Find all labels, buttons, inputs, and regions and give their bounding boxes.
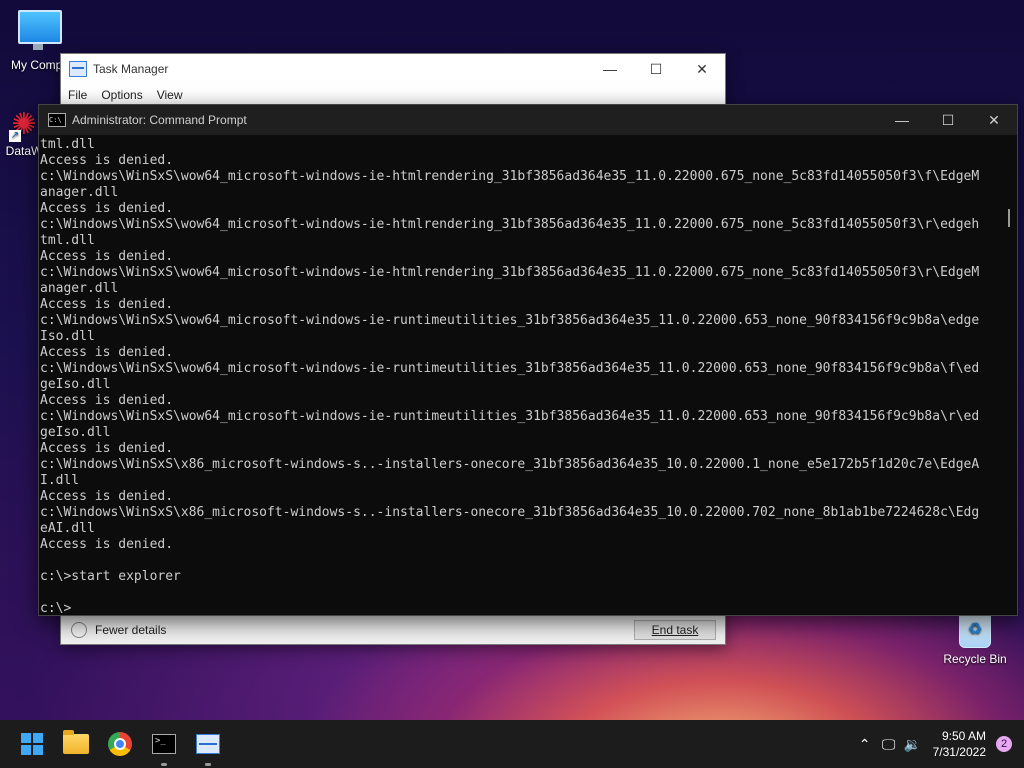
taskbar-command-prompt[interactable]: >_: [144, 724, 184, 766]
task-manager-footer: Fewer details End task: [61, 616, 725, 644]
console-line: I.dll: [40, 473, 80, 488]
console-line: c:\Windows\WinSxS\wow64_microsoft-window…: [40, 361, 980, 376]
taskbar-chrome[interactable]: [100, 724, 140, 764]
folder-icon: [63, 730, 89, 754]
maximize-button[interactable]: ☐: [925, 105, 971, 135]
windows-logo-icon: [21, 733, 43, 755]
fewer-details-label: Fewer details: [95, 623, 167, 637]
task-manager-menubar: File Options View: [61, 84, 725, 106]
scrollbar-thumb[interactable]: [1008, 209, 1010, 227]
menu-file[interactable]: File: [61, 88, 94, 102]
console-line: tml.dll: [40, 137, 95, 152]
command-prompt-window[interactable]: C:\ Administrator: Command Prompt — ☐ ✕ …: [38, 104, 1018, 616]
start-button[interactable]: [12, 724, 52, 764]
console-line: Iso.dll: [40, 329, 95, 344]
maximize-button[interactable]: ☐: [633, 54, 679, 84]
console-line: Access is denied.: [40, 249, 174, 264]
notification-badge[interactable]: 2: [996, 736, 1012, 752]
console-line: eAI.dll: [40, 521, 95, 536]
console-line: Access is denied.: [40, 297, 174, 312]
console-line: tml.dll: [40, 233, 95, 248]
task-manager-title: Task Manager: [93, 62, 169, 76]
volume-icon[interactable]: 🔉: [901, 736, 925, 753]
console-line: c:\Windows\WinSxS\wow64_microsoft-window…: [40, 409, 980, 424]
console-line: Access is denied.: [40, 393, 174, 408]
console-line: c:\Windows\WinSxS\wow64_microsoft-window…: [40, 313, 980, 328]
shortcut-arrow-icon: ↗: [9, 130, 21, 142]
console-line: Access is denied.: [40, 345, 174, 360]
clock-time: 9:50 AM: [941, 729, 986, 743]
task-manager-icon: [196, 734, 220, 754]
menu-options[interactable]: Options: [94, 88, 149, 102]
chevron-up-icon: [71, 622, 87, 638]
network-icon[interactable]: 🖵: [877, 736, 901, 753]
console-line: anager.dll: [40, 281, 119, 296]
fewer-details-toggle[interactable]: Fewer details: [71, 622, 166, 638]
console-line: c:\Windows\WinSxS\x86_microsoft-windows-…: [40, 505, 980, 520]
console-line: Access is denied.: [40, 201, 174, 216]
monitor-icon: [18, 10, 62, 50]
minimize-button[interactable]: —: [879, 105, 925, 135]
command-prompt-icon: C:\: [48, 113, 66, 127]
chevron-up-icon[interactable]: ⌃: [853, 736, 877, 753]
console-line: Access is denied.: [40, 537, 174, 552]
menu-view[interactable]: View: [150, 88, 190, 102]
console-line: anager.dll: [40, 185, 119, 200]
taskbar-task-manager[interactable]: [188, 724, 228, 766]
task-manager-icon: [69, 61, 87, 77]
command-prompt-title: Administrator: Command Prompt: [72, 113, 247, 127]
desktop-icon-recycle-bin[interactable]: ♻ Recycle Bin: [935, 612, 1015, 666]
clock[interactable]: 9:50 AM 7/31/2022: [933, 728, 986, 760]
task-manager-titlebar[interactable]: Task Manager — ☐ ✕: [61, 54, 725, 84]
command-prompt-titlebar[interactable]: C:\ Administrator: Command Prompt — ☐ ✕: [39, 105, 1017, 135]
end-task-button[interactable]: End task: [634, 620, 716, 640]
terminal-icon: >_: [152, 734, 176, 754]
taskbar-file-explorer[interactable]: [56, 724, 96, 764]
console-line: c:\Windows\WinSxS\wow64_microsoft-window…: [40, 217, 980, 232]
console-line: c:\>start explorer: [40, 569, 181, 584]
dataw-app-icon: ✺ ↗: [9, 108, 37, 142]
console-line: Access is denied.: [40, 153, 174, 168]
console-line: c:\Windows\WinSxS\wow64_microsoft-window…: [40, 265, 980, 280]
system-tray: ⌃ 🖵 🔉 9:50 AM 7/31/2022 2: [853, 728, 1024, 760]
clock-date: 7/31/2022: [932, 745, 986, 759]
console-line: c:\>: [40, 601, 72, 615]
console-line: c:\Windows\WinSxS\wow64_microsoft-window…: [40, 169, 980, 184]
console-output[interactable]: tml.dll Access is denied. c:\Windows\WinSx…: [39, 137, 1003, 615]
close-button[interactable]: ✕: [971, 105, 1017, 135]
close-button[interactable]: ✕: [679, 54, 725, 84]
taskbar: >_ ⌃ 🖵 🔉 9:50 AM 7/31/2022 2: [0, 720, 1024, 768]
console-line: geIso.dll: [40, 425, 111, 440]
chrome-icon: [108, 732, 132, 756]
console-line: c:\Windows\WinSxS\x86_microsoft-windows-…: [40, 457, 980, 472]
console-line: geIso.dll: [40, 377, 111, 392]
console-line: Access is denied.: [40, 489, 174, 504]
console-line: Access is denied.: [40, 441, 174, 456]
minimize-button[interactable]: —: [587, 54, 633, 84]
recycle-bin-icon: ♻: [959, 612, 991, 648]
desktop-icon-label: Recycle Bin: [943, 652, 1007, 666]
